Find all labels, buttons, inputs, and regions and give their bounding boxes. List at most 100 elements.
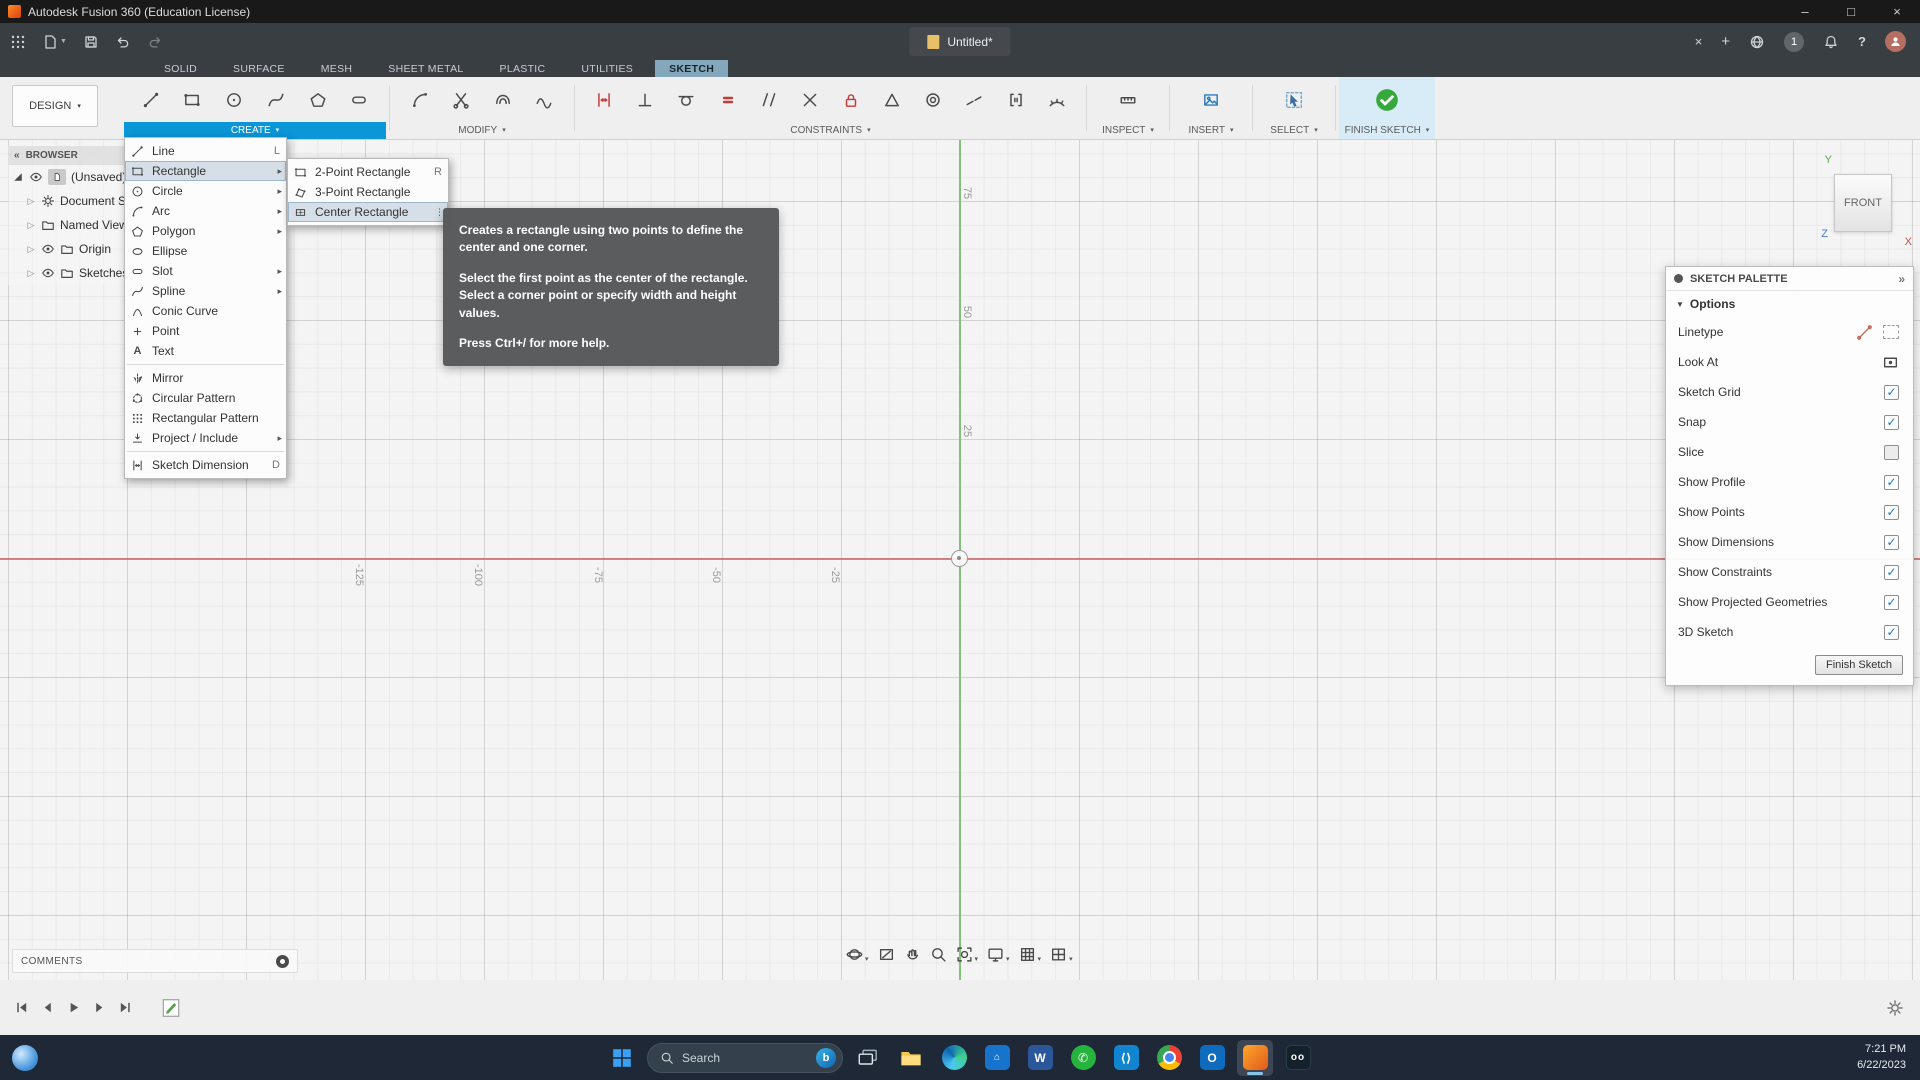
job-status-icon[interactable]: 1 [1784, 32, 1804, 52]
notifications-bell-icon[interactable] [1823, 34, 1839, 50]
timeline-play-button[interactable] [60, 995, 86, 1021]
taskbar-app-edge[interactable] [936, 1040, 972, 1076]
triangle-constraint-button[interactable] [877, 85, 907, 115]
expand-arrow-icon[interactable]: ▷ [26, 220, 36, 231]
menu-item-mirror[interactable]: Mirror [125, 368, 286, 388]
break-tool-button[interactable] [529, 85, 559, 115]
menu-item-conic-curve[interactable]: Conic Curve [125, 301, 286, 321]
perpendicular-constraint-button[interactable] [630, 85, 660, 115]
tab-surface[interactable]: SURFACE [219, 60, 299, 77]
comment-bubble-icon[interactable] [276, 955, 289, 968]
menu-item-circular-pattern[interactable]: Circular Pattern [125, 388, 286, 408]
show-dimensions-checkbox[interactable]: ✓ [1884, 535, 1899, 550]
maximize-button[interactable]: □ [1828, 0, 1874, 23]
section-collapse-icon[interactable]: ▼ [1676, 300, 1684, 309]
app-grid-menu-button[interactable] [10, 34, 26, 50]
show-profile-checkbox[interactable]: ✓ [1884, 475, 1899, 490]
pan-button[interactable] [904, 946, 921, 963]
menu-item-project-include[interactable]: Project / Include ▸ [125, 428, 286, 448]
tab-plastic[interactable]: PLASTIC [486, 60, 560, 77]
taskbar-clock[interactable]: 7:21 PM 6/22/2023 [1857, 1042, 1906, 1073]
fix-lock-constraint-button[interactable] [836, 85, 866, 115]
task-view-button[interactable] [850, 1040, 886, 1076]
fillet-tool-button[interactable] [405, 85, 435, 115]
circle-tool-button[interactable] [219, 85, 249, 115]
user-avatar[interactable] [1885, 31, 1906, 52]
collapse-panel-icon[interactable]: « [14, 150, 20, 161]
timeline-sketch-feature[interactable] [160, 997, 182, 1019]
display-caret-icon[interactable]: ▾ [1006, 956, 1010, 963]
orbit-caret-icon[interactable]: ▾ [865, 956, 869, 963]
collapse-palette-icon[interactable]: » [1898, 272, 1905, 286]
visibility-eye-icon[interactable] [41, 242, 55, 256]
taskbar-app-word[interactable]: W [1022, 1040, 1058, 1076]
file-menu-button[interactable]: ▼ [42, 34, 67, 50]
spline-tool-button[interactable] [261, 85, 291, 115]
show-projected-geometries-checkbox[interactable]: ✓ [1884, 595, 1899, 610]
timeline-step-back-button[interactable] [34, 995, 60, 1021]
visibility-eye-icon[interactable] [41, 266, 55, 280]
look-at-button[interactable] [878, 946, 895, 963]
tab-mesh[interactable]: MESH [307, 60, 367, 77]
taskbar-app-fusion-360[interactable] [1237, 1040, 1273, 1076]
save-button[interactable] [83, 34, 99, 50]
tab-sketch[interactable]: SKETCH [655, 60, 728, 77]
symmetry-constraint-button[interactable] [795, 85, 825, 115]
construction-linetype-icon[interactable] [1856, 324, 1873, 341]
taskbar-search[interactable]: Search b [647, 1043, 843, 1073]
menu-item-arc[interactable]: Arc ▸ [125, 201, 286, 221]
grid-settings-button[interactable]: ▾ [1019, 946, 1042, 963]
close-tab-icon[interactable]: × [1695, 34, 1703, 49]
centerline-linetype-icon[interactable] [1883, 325, 1899, 339]
finish-sketch-button[interactable] [1372, 85, 1402, 115]
fit-caret-icon[interactable]: ▾ [975, 956, 979, 963]
redo-button[interactable] [147, 34, 163, 50]
menu-item-spline[interactable]: Spline ▸ [125, 281, 286, 301]
measure-tool-button[interactable] [1113, 85, 1143, 115]
menu-item-3-point-rectangle[interactable]: 3-Point Rectangle [288, 182, 448, 202]
menu-item-text[interactable]: A Text [125, 341, 286, 361]
grid-caret-icon[interactable]: ▾ [1038, 956, 1042, 963]
line-tool-button[interactable] [136, 85, 166, 115]
menu-item-polygon[interactable]: Polygon ▸ [125, 221, 286, 241]
timeline-step-forward-button[interactable] [86, 995, 112, 1021]
sketch-palette-header[interactable]: SKETCH PALETTE » [1666, 267, 1913, 291]
timeline-skip-start-button[interactable] [8, 995, 34, 1021]
zoom-button[interactable] [930, 946, 947, 963]
expand-arrow-icon[interactable]: ▷ [26, 244, 36, 255]
taskbar-app-obs[interactable]: oo [1280, 1040, 1316, 1076]
options-section-header[interactable]: ▼ Options [1666, 291, 1913, 317]
sketch-canvas[interactable]: -125 -100 -75 -50 -25 75 50 25 FRONT Y X… [0, 140, 1920, 980]
bing-icon[interactable]: b [816, 1048, 836, 1068]
modify-group-label[interactable]: MODIFY▾ [393, 122, 571, 139]
new-tab-icon[interactable]: + [1721, 33, 1730, 50]
3d-sketch-checkbox[interactable]: ✓ [1884, 625, 1899, 640]
finish-sketch-palette-button[interactable]: Finish Sketch [1815, 655, 1903, 675]
insert-group-label[interactable]: INSERT▾ [1173, 122, 1249, 139]
viewports-caret-icon[interactable]: ▾ [1069, 956, 1073, 963]
tab-sheet-metal[interactable]: SHEET METAL [374, 60, 477, 77]
visibility-eye-icon[interactable] [29, 170, 43, 184]
origin-point[interactable] [951, 550, 968, 567]
slot-tool-button[interactable] [344, 85, 374, 115]
orbit-button[interactable]: ▾ [846, 946, 869, 963]
show-constraints-checkbox[interactable]: ✓ [1884, 565, 1899, 580]
comments-bar[interactable]: COMMENTS [12, 949, 298, 973]
view-cube[interactable]: FRONT [1834, 174, 1892, 232]
inspect-group-label[interactable]: INSPECT▾ [1090, 122, 1166, 139]
menu-item-2-point-rectangle[interactable]: 2-Point Rectangle R [288, 162, 448, 182]
trim-tool-button[interactable] [446, 85, 476, 115]
tab-utilities[interactable]: UTILITIES [567, 60, 647, 77]
fit-button[interactable]: ▾ [956, 946, 979, 963]
equal-constraint-button[interactable] [713, 85, 743, 115]
help-icon[interactable]: ? [1858, 34, 1866, 49]
close-button[interactable]: × [1874, 0, 1920, 23]
menu-item-rectangle[interactable]: Rectangle ▸ [125, 161, 286, 181]
widgets-icon[interactable] [12, 1045, 38, 1071]
tangent-constraint-button[interactable] [671, 85, 701, 115]
menu-item-point[interactable]: Point [125, 321, 286, 341]
taskbar-app-vscode[interactable]: ⟨⟩ [1108, 1040, 1144, 1076]
menu-item-circle[interactable]: Circle ▸ [125, 181, 286, 201]
collinear-constraint-button[interactable] [959, 85, 989, 115]
select-tool-button[interactable] [1279, 85, 1309, 115]
